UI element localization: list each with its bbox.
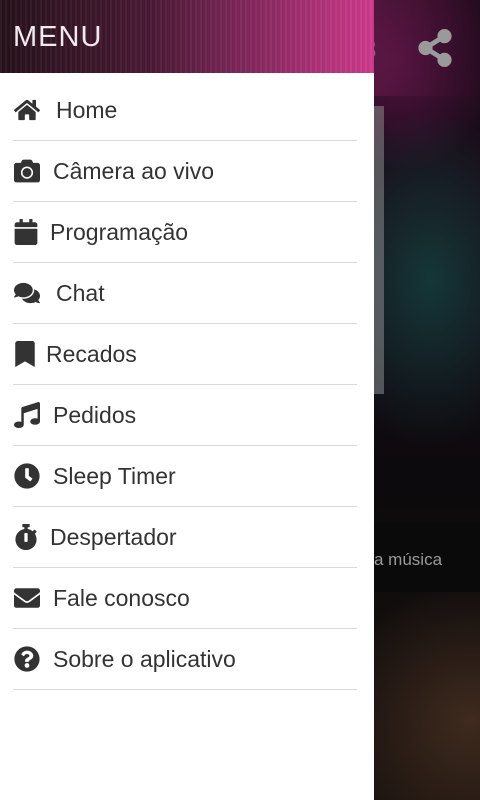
menu-item-label: Câmera ao vivo [53, 157, 215, 184]
menu-title: MENU [13, 21, 103, 53]
menu-item-label: Home [56, 96, 118, 123]
music-icon [13, 401, 41, 429]
menu-item-label: Sleep Timer [53, 462, 176, 489]
home-icon [13, 96, 41, 124]
menu-item-label: Recados [46, 340, 137, 367]
camera-icon [13, 157, 41, 185]
background-scrollbar [374, 106, 384, 394]
comments-icon [13, 279, 41, 307]
menu-item-pedidos[interactable]: Pedidos [13, 385, 357, 446]
menu-item-label: Despertador [50, 523, 177, 550]
menu-item-fale-conosco[interactable]: Fale conosco [13, 568, 357, 629]
menu-item-camera[interactable]: Câmera ao vivo [13, 141, 357, 202]
background-song-text: a música [374, 550, 443, 569]
menu-item-label: Programação [50, 218, 189, 245]
menu-item-home[interactable]: Home [13, 80, 357, 141]
menu-item-label: Pedidos [53, 401, 137, 428]
share-icon[interactable] [416, 29, 454, 67]
navigation-drawer: MENU Home Câmera ao vivo Programação Cha… [0, 0, 374, 800]
menu-item-label: Fale conosco [53, 584, 190, 611]
bookmark-icon [13, 340, 37, 368]
stopwatch-icon [13, 523, 39, 551]
menu-list: Home Câmera ao vivo Programação Chat Rec… [0, 80, 374, 690]
menu-item-sobre[interactable]: Sobre o aplicativo [13, 629, 357, 690]
menu-item-programacao[interactable]: Programação [13, 202, 357, 263]
menu-item-recados[interactable]: Recados [13, 324, 357, 385]
calendar-icon [13, 218, 39, 246]
clock-icon [13, 462, 41, 490]
question-circle-icon [13, 645, 41, 673]
menu-item-chat[interactable]: Chat [13, 263, 357, 324]
envelope-icon [13, 584, 41, 612]
menu-item-despertador[interactable]: Despertador [13, 507, 357, 568]
menu-item-sleep-timer[interactable]: Sleep Timer [13, 446, 357, 507]
drawer-header: MENU [0, 0, 374, 73]
menu-item-label: Sobre o aplicativo [53, 645, 236, 672]
menu-item-label: Chat [56, 279, 105, 306]
